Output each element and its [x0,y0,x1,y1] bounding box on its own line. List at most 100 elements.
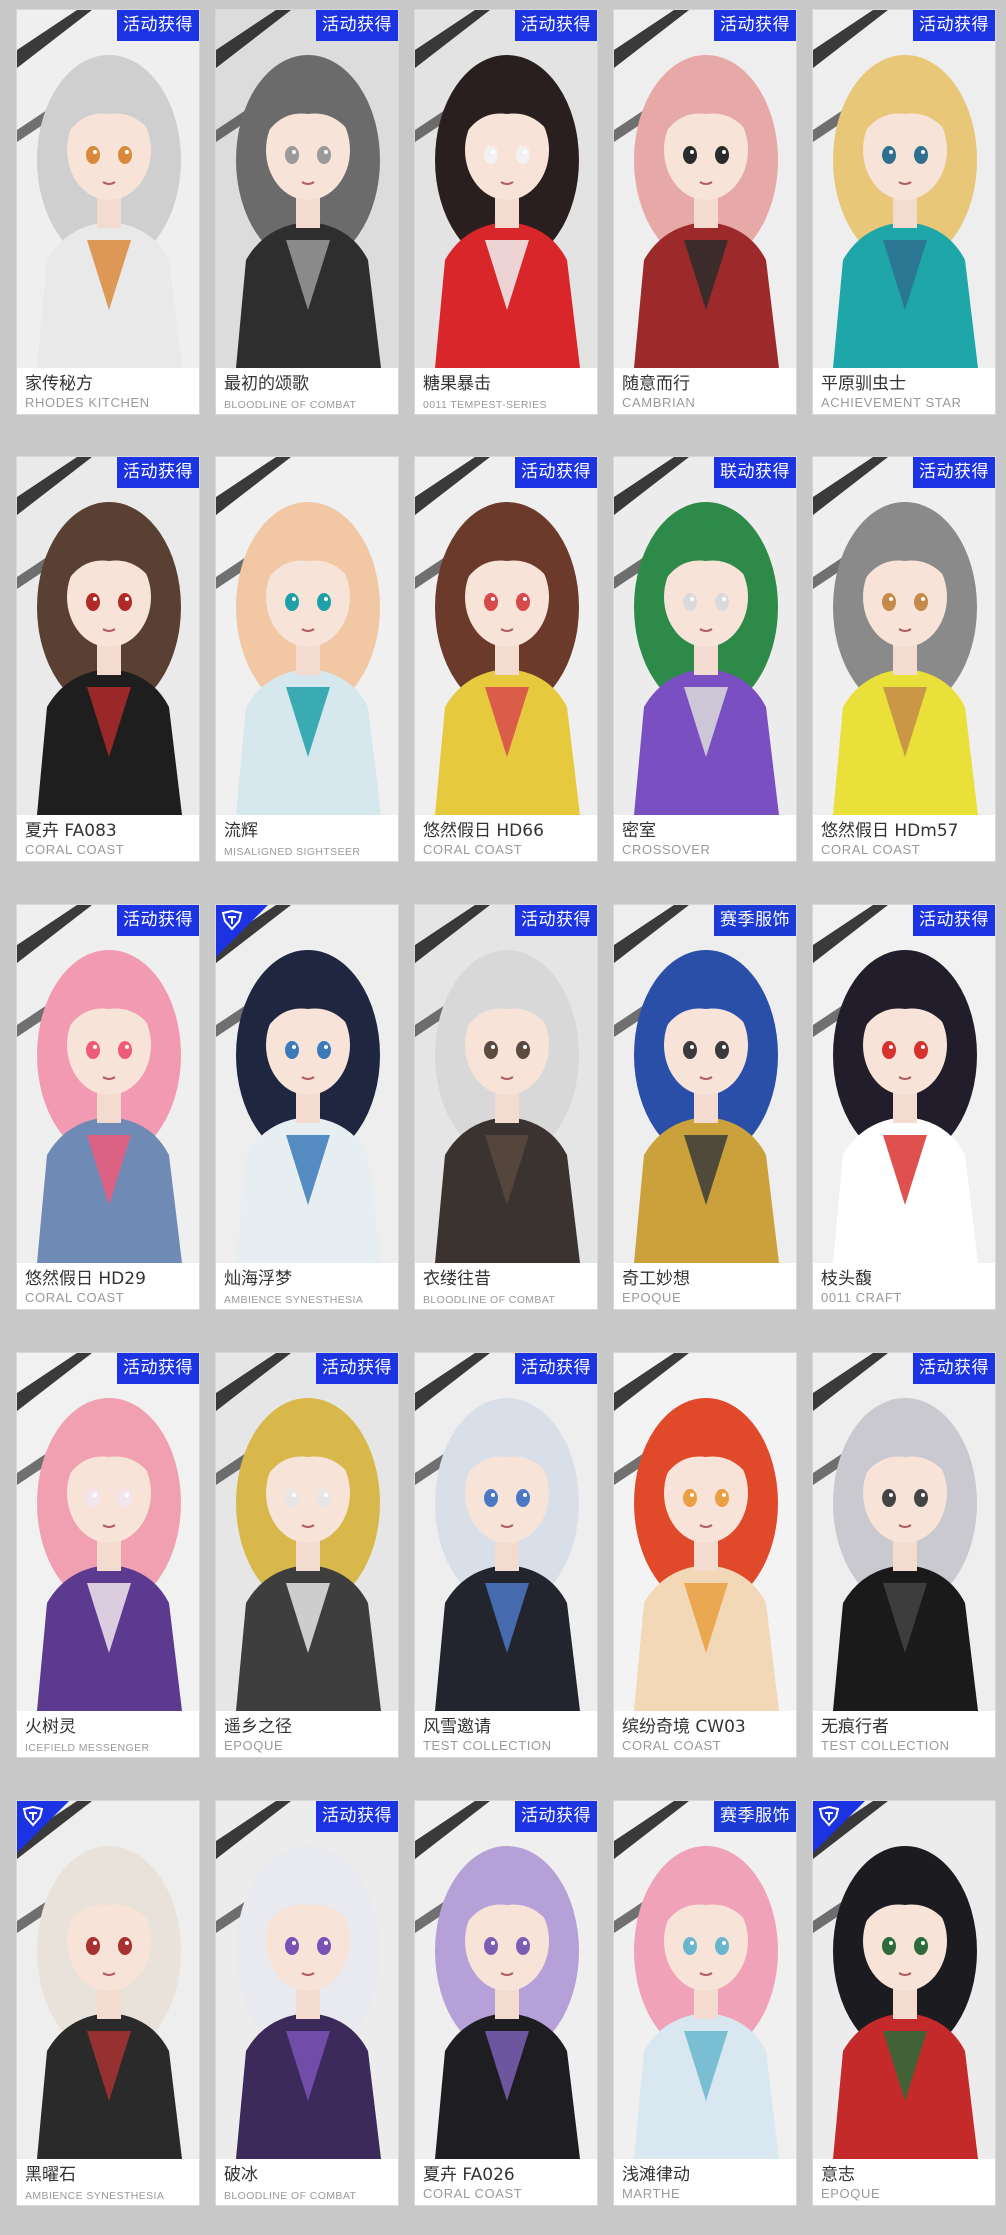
event-obtained-badge: 活动获得 [515,457,597,488]
skin-card[interactable]: 黑曜石 AMBIENCE SYNESTHESIA [17,1801,199,2205]
skin-artwork [614,10,796,368]
event-obtained-badge: 活动获得 [913,457,995,488]
skin-card[interactable]: 活动获得夏卉 FA026 CORAL COAST [415,1801,597,2205]
event-obtained-badge: 活动获得 [316,1353,398,1384]
skin-label: 悠然假日 HDm57 CORAL COAST [813,815,995,861]
brand-mark-icon [221,909,243,931]
skin-card[interactable]: 活动获得 衣缕往昔 BLOODLINE OF COMBAT [415,905,597,1309]
skin-artwork [216,10,398,368]
skin-card[interactable]: 活动获得 破冰 BLOODLINE OF COMBAT [216,1801,398,2205]
event-obtained-badge: 活动获得 [913,905,995,936]
skin-series: AMBIENCE SYNESTHESIA [224,1294,364,1306]
skin-series: CROSSOVER [622,842,711,857]
skin-artwork [813,457,995,815]
skin-label: 家传秘方 RHODES KITCHEN [17,368,199,414]
skin-label: 悠然假日 HD29 CORAL COAST [17,1263,199,1309]
skin-name: 灿海浮梦 [224,1269,292,1289]
skin-card[interactable]: 活动获得夏卉 FA083 CORAL COAST [17,457,199,861]
skin-name: 随意而行 [622,374,690,394]
skin-card[interactable]: 活动获得风雪邀请 TEST COLLECTION [415,1353,597,1757]
skin-artwork [17,905,199,1263]
skin-card[interactable]: 活动获得 最初的颂歌 BLOODLINE OF COMBAT [216,10,398,414]
skin-card[interactable]: 活动获得家传秘方 RHODES KITCHEN [17,10,199,414]
skin-artwork [415,1353,597,1711]
event-obtained-badge: 活动获得 [515,1353,597,1384]
skin-label: 破冰 BLOODLINE OF COMBAT [216,2159,398,2205]
skin-card[interactable]: 赛季服饰 奇工妙想 EPOQUE [614,905,796,1309]
skin-name: 夏卉 FA026 [423,2165,515,2185]
skin-series: RHODES KITCHEN [25,395,150,410]
event-obtained-badge: 活动获得 [117,10,199,41]
skin-series: CORAL COAST [423,2186,523,2201]
skin-card[interactable]: 缤纷奇境 CW03 CORAL COAST [614,1353,796,1757]
skin-name: 衣缕往昔 [423,1269,491,1289]
skin-series: MARTHE [622,2186,681,2201]
skin-artwork [614,1801,796,2159]
skin-name: 风雪邀请 [423,1717,491,1737]
event-obtained-badge: 活动获得 [117,1353,199,1384]
skin-card[interactable]: 活动获得悠然假日 HDm57 CORAL COAST [813,457,995,861]
skin-card[interactable]: 活动获得 随意而行 CAMBRIAN [614,10,796,414]
skin-card[interactable]: 活动获得悠然假日 HD29 CORAL COAST [17,905,199,1309]
skin-card[interactable]: 流辉 MISALIGNED SIGHTSEER [216,457,398,861]
skin-name: 奇工妙想 [622,1269,690,1289]
skin-label: 意志 EPOQUE [813,2159,995,2205]
skin-series: CORAL COAST [821,842,921,857]
skin-name: 平原驯虫士 [821,374,906,394]
skin-label: 衣缕往昔 BLOODLINE OF COMBAT [415,1263,597,1309]
skin-artwork [216,457,398,815]
skin-name: 糖果暴击 [423,374,491,394]
skin-card[interactable]: 灿海浮梦 AMBIENCE SYNESTHESIA [216,905,398,1309]
skin-series: CORAL COAST [25,1290,125,1305]
skin-artwork [415,905,597,1263]
skin-name: 流辉 [224,821,258,841]
event-obtained-badge: 活动获得 [316,10,398,41]
skin-artwork [813,10,995,368]
season-outfit-badge: 赛季服饰 [714,905,796,936]
skin-card[interactable]: 活动获得 枝头馥 0011 CRAFT [813,905,995,1309]
skin-label: 悠然假日 HD66 CORAL COAST [415,815,597,861]
skin-artwork [216,905,398,1263]
skin-series: EPOQUE [224,1738,284,1753]
skin-series: MISALIGNED SIGHTSEER [224,846,361,858]
skin-label: 随意而行 CAMBRIAN [614,368,796,414]
skin-name: 黑曜石 [25,2165,76,2185]
skin-label: 风雪邀请 TEST COLLECTION [415,1711,597,1757]
event-obtained-badge: 活动获得 [515,1801,597,1832]
skin-label: 火树灵 ICEFIELD MESSENGER [17,1711,199,1757]
skin-name: 家传秘方 [25,374,93,394]
collab-obtained-badge: 联动获得 [714,457,796,488]
season-outfit-badge: 赛季服饰 [714,1801,796,1832]
skin-artwork [813,905,995,1263]
event-obtained-badge: 活动获得 [117,457,199,488]
skin-artwork [614,1353,796,1711]
skin-card[interactable]: 活动获得遥乡之径 EPOQUE [216,1353,398,1757]
skin-label: 密室 CROSSOVER [614,815,796,861]
skin-artwork [415,1801,597,2159]
skin-label: 夏卉 FA083 CORAL COAST [17,815,199,861]
skin-name: 遥乡之径 [224,1717,292,1737]
skin-label: 无痕行者 TEST COLLECTION [813,1711,995,1757]
skin-card[interactable]: 活动获得悠然假日 HD66 CORAL COAST [415,457,597,861]
skin-series: BLOODLINE OF COMBAT [423,1294,556,1306]
skin-series: TEST COLLECTION [423,1738,552,1753]
skin-name: 破冰 [224,2165,258,2185]
skin-card[interactable]: 赛季服饰浅滩律动 MARTHE [614,1801,796,2205]
skin-card[interactable]: 联动获得密室 CROSSOVER [614,457,796,861]
skin-series: EPOQUE [821,2186,881,2201]
event-obtained-badge: 活动获得 [117,905,199,936]
skin-series: 0011 CRAFT [821,1290,902,1305]
skin-artwork [17,1801,199,2159]
skin-series: AMBIENCE SYNESTHESIA [25,2190,165,2202]
skin-card[interactable]: 活动获得 糖果暴击 0011 TEMPEST-SERIES [415,10,597,414]
skin-series: ACHIEVEMENT STAR [821,395,962,410]
skin-label: 夏卉 FA026 CORAL COAST [415,2159,597,2205]
skin-label: 浅滩律动 MARTHE [614,2159,796,2205]
skin-label: 灿海浮梦 AMBIENCE SYNESTHESIA [216,1263,398,1309]
skin-card[interactable]: 活动获得 平原驯虫士 ACHIEVEMENT STAR [813,10,995,414]
skin-card[interactable]: 活动获得火树灵 ICEFIELD MESSENGER [17,1353,199,1757]
event-obtained-badge: 活动获得 [515,10,597,41]
skin-artwork [415,457,597,815]
skin-card[interactable]: 意志 EPOQUE [813,1801,995,2205]
skin-card[interactable]: 活动获得 无痕行者 TEST COLLECTION [813,1353,995,1757]
